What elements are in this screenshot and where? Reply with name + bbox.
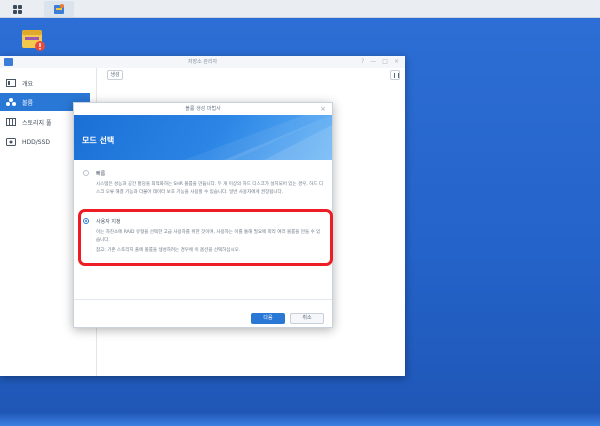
option-quick[interactable]: 빠름 시스템은 성능과 공간 할당을 최적화하는 SHR 볼륨을 만듭니다. 두… xyxy=(82,169,326,213)
close-icon[interactable]: × xyxy=(320,103,326,115)
storage-manager-icon xyxy=(54,4,64,14)
sidebar-item-label: 개요 xyxy=(22,80,34,88)
dialog-title: 볼륨 생성 마법사 xyxy=(185,106,221,112)
next-button[interactable]: 다음 xyxy=(251,313,285,324)
taskbar xyxy=(0,0,600,18)
option-quick-label: 빠름 xyxy=(96,171,106,177)
view-toggle-icon[interactable] xyxy=(390,70,400,80)
radio-quick[interactable] xyxy=(83,170,89,176)
disk-icon xyxy=(6,138,16,146)
cancel-button[interactable]: 취소 xyxy=(290,313,324,324)
overview-icon xyxy=(6,79,16,87)
minimize-icon[interactable]: — xyxy=(370,56,376,68)
apps-grid-icon xyxy=(12,4,22,14)
help-icon[interactable]: ? xyxy=(361,56,364,68)
close-icon[interactable]: × xyxy=(394,56,399,68)
window-title: 저장소 관리자 xyxy=(187,59,218,65)
window-titlebar[interactable]: 저장소 관리자 ? — □ × xyxy=(0,56,405,68)
storage-pool-icon xyxy=(6,118,16,126)
sidebar-item-overview[interactable]: 개요 xyxy=(0,74,90,92)
sidebar-item-label: 스토리지 풀 xyxy=(22,119,52,127)
main-toolbar: 생성 xyxy=(97,68,406,82)
create-button[interactable]: 생성 xyxy=(107,70,123,80)
sidebar-item-label: 볼륨 xyxy=(22,99,34,107)
dialog-titlebar[interactable]: 볼륨 생성 마법사 × xyxy=(74,103,332,115)
highlight-annotation xyxy=(78,209,333,266)
taskbar-storage-manager-button[interactable] xyxy=(44,1,74,17)
wizard-banner: 모드 선택 xyxy=(74,115,332,160)
sidebar-item-label: HDD/SSD xyxy=(22,138,51,146)
wizard-heading: 모드 선택 xyxy=(82,136,115,145)
apps-grid-button[interactable] xyxy=(2,1,32,17)
desktop-bottom xyxy=(0,412,600,426)
app-logo-icon xyxy=(4,58,13,66)
option-quick-desc: 시스템은 성능과 공간 할당을 최적화하는 SHR 볼륨을 만듭니다. 두 개 … xyxy=(96,182,323,195)
desktop-shortcut-icon[interactable] xyxy=(20,26,46,52)
maximize-icon[interactable]: □ xyxy=(382,56,388,68)
package-center-icon xyxy=(22,30,45,51)
volume-icon xyxy=(6,98,16,106)
dialog-footer: 다음 취소 xyxy=(74,299,332,327)
